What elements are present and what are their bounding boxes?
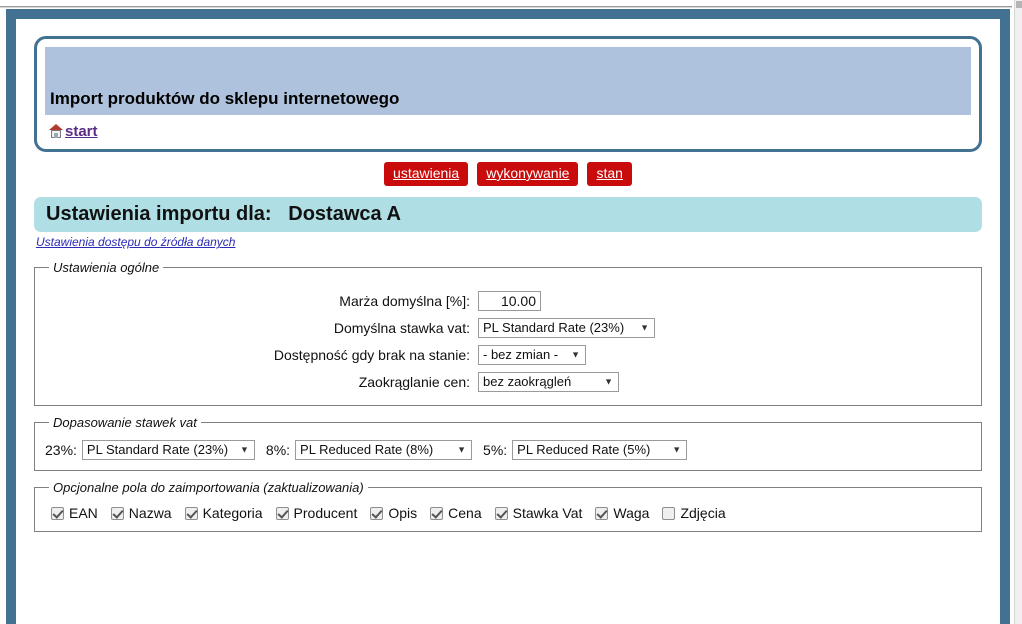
form-row-margin: Marża domyślna [%]: [45,287,971,314]
optional-fields-fieldset: Opcjonalne pola do zaimportowania (zaktu… [34,480,982,533]
form-row-default-vat: Domyślna stawka vat: PL Standard Rate (2… [45,314,971,341]
page-frame: Import produktów do sklepu internetowego… [6,9,1010,624]
toolbar-divider [0,6,1012,8]
chevron-down-icon: ▼ [457,444,467,455]
optional-fields-row: EAN Nazwa Kategoria Producent Opis Cena … [45,501,971,521]
checkbox-label-nazwa: Nazwa [128,505,172,522]
checkbox-item-zdjecia[interactable]: Zdjęcia [662,505,726,522]
checkbox-opis[interactable] [370,506,384,520]
default-vat-select[interactable]: PL Standard Rate (23%) ▼ [478,317,655,338]
vat-matching-fieldset: Dopasowanie stawek vat 23%: PL Standard … [34,415,982,472]
main-content: Ustawienia importu dla: Dostawca A Ustaw… [34,197,982,533]
vat-matching-row: 23%: PL Standard Rate (23%) ▼ 8%: PL Red… [45,436,971,461]
rounding-select[interactable]: bez zaokrągleń ▼ [478,371,619,392]
checkbox-item-opis[interactable]: Opis [370,505,417,521]
checkbox-waga[interactable] [595,506,609,520]
checkbox-item-cena[interactable]: Cena [430,505,482,522]
vat-matching-legend: Dopasowanie stawek vat [53,415,197,431]
checkbox-item-waga[interactable]: Waga [595,505,649,521]
checkbox-kategoria[interactable] [184,506,198,520]
default-vat-value: PL Standard Rate (23%) [483,319,625,335]
checkbox-ean[interactable] [51,506,64,520]
form-row-rounding: Zaokrąglanie cen: bez zaokrągleń ▼ [45,368,971,395]
browser-viewport: Import produktów do sklepu internetowego… [0,0,1022,624]
checkbox-label-ean: EAN [69,505,98,522]
header-card: Import produktów do sklepu internetowego… [34,36,982,152]
checkbox-zdjecia[interactable] [662,506,676,520]
nav-button-wykonywanie[interactable]: wykonywanie [477,162,579,187]
checkbox-label-stawka-vat: Stawka Vat [512,505,583,522]
chevron-down-icon: ▼ [571,349,580,360]
checkbox-stawka-vat[interactable] [494,506,508,520]
nav-button-stan[interactable]: stan [587,162,632,187]
page-content: Import produktów do sklepu internetowego… [16,19,1000,624]
availability-select[interactable]: - bez zmian - ▼ [478,344,586,365]
page-scrollbar[interactable] [1014,0,1022,624]
margin-input[interactable] [478,290,541,311]
breadcrumb: start [45,119,971,143]
vat-5-select[interactable]: PL Reduced Rate (5%) ▼ [512,440,688,461]
label-vat-5: 5%: [483,442,508,459]
general-settings-fieldset: Ustawienia ogólne Marża domyślna [%]: Do… [34,260,982,407]
checkbox-label-opis: Opis [388,505,418,522]
vat-8-select[interactable]: PL Reduced Rate (8%) ▼ [295,440,473,461]
chevron-down-icon: ▼ [604,376,613,387]
label-vat-23: 23%: [45,442,77,459]
checkbox-label-cena: Cena [448,505,482,522]
label-default-vat: Domyślna stawka vat: [333,319,470,336]
settings-title-bar: Ustawienia importu dla: Dostawca A [34,197,982,233]
checkbox-item-nazwa[interactable]: Nazwa [110,505,172,522]
checkbox-label-zdjecia: Zdjęcia [680,505,726,522]
checkbox-item-ean[interactable]: EAN [51,505,98,521]
checkbox-item-stawka-vat[interactable]: Stawka Vat [494,505,583,522]
vat-5-value: PL Reduced Rate (5%) [517,442,651,458]
breadcrumb-link-start[interactable]: start [65,123,98,140]
chevron-down-icon: ▼ [240,444,249,455]
general-settings-rows: Marża domyślna [%]: Domyślna stawka vat:… [45,281,971,395]
source-settings-link[interactable]: Ustawienia dostępu do źródła danych [36,235,235,249]
checkbox-label-waga: Waga [613,505,650,522]
page-title: Import produktów do sklepu internetowego [50,89,400,108]
scrollbar-thumb[interactable] [1016,1,1022,8]
vat-23-select[interactable]: PL Standard Rate (23%) ▼ [81,440,255,461]
home-icon [49,124,63,138]
general-settings-legend: Ustawienia ogólne [53,260,160,276]
label-vat-8: 8%: [265,442,291,459]
label-rounding: Zaokrąglanie cen: [358,373,470,390]
nav-button-ustawienia[interactable]: ustawienia [384,162,469,187]
rounding-value: bez zaokrągleń [483,373,572,389]
label-margin: Marża domyślna [%]: [339,292,470,309]
optional-fields-legend: Opcjonalne pola do zaimportowania (zaktu… [53,480,364,496]
form-row-availability: Dostępność gdy brak na stanie: - bez zmi… [45,341,971,368]
checkbox-producent[interactable] [275,506,289,520]
label-availability: Dostępność gdy brak na stanie: [273,346,470,363]
availability-value: - bez zmian - [483,346,559,362]
checkbox-item-kategoria[interactable]: Kategoria [184,505,263,522]
chevron-down-icon: ▼ [672,444,682,455]
checkbox-item-producent[interactable]: Producent [275,505,358,522]
header-banner: Import produktów do sklepu internetowego [45,47,971,115]
vat-23-value: PL Standard Rate (23%) [86,442,229,458]
chevron-down-icon: ▼ [640,322,649,333]
vat-8-value: PL Reduced Rate (8%) [300,442,434,458]
nav-bar: ustawienia wykonywanie stan [24,162,992,187]
checkbox-cena[interactable] [430,506,444,520]
settings-title: Ustawienia importu dla: Dostawca A [46,203,401,226]
checkbox-label-producent: Producent [293,505,358,522]
checkbox-label-kategoria: Kategoria [202,505,263,522]
checkbox-nazwa[interactable] [110,506,124,520]
